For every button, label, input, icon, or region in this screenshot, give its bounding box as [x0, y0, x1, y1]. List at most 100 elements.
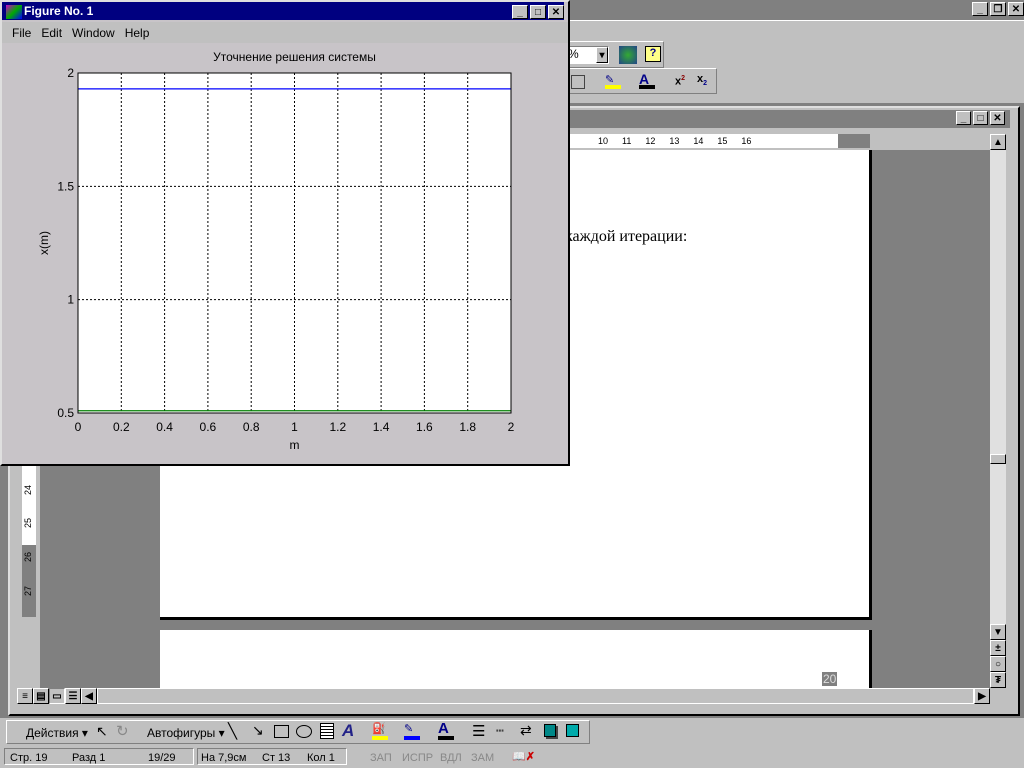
- ruler-mark: 16: [741, 136, 752, 146]
- prev-page-button[interactable]: ±: [990, 640, 1006, 656]
- ruler-mark: 26: [23, 551, 34, 563]
- x-tick-label: 1.2: [329, 420, 346, 434]
- line-icon[interactable]: ╲: [228, 722, 237, 740]
- text-box-icon[interactable]: [320, 723, 334, 739]
- scroll-down-button[interactable]: ▼: [990, 624, 1006, 640]
- shadow-icon[interactable]: [544, 724, 556, 737]
- status-extend[interactable]: ВДЛ: [440, 752, 462, 764]
- doc-maximize-button[interactable]: □: [973, 111, 988, 125]
- next-page[interactable]: 20: [160, 630, 872, 688]
- minimize-button[interactable]: _: [972, 2, 988, 16]
- status-bar: Стр. 19 Разд 1 19/29 На 7,9см Ст 13 Кол …: [0, 746, 1024, 768]
- x-tick-label: 0.4: [156, 420, 173, 434]
- x-tick-label: 1.4: [373, 420, 390, 434]
- outline-view-button[interactable]: ☰: [65, 688, 81, 704]
- superscript-icon[interactable]: x2: [675, 75, 685, 88]
- figure-window: Figure No. 1 _ □ ✕ File Edit Window Help…: [0, 0, 570, 466]
- x-tick-label: 0.6: [200, 420, 217, 434]
- standard-toolbar: % ▾ ?: [560, 41, 664, 68]
- document-text: каждой итерации:: [565, 228, 688, 245]
- formatting-toolbar: ✎ A x2 x2: [560, 68, 717, 94]
- y-tick-label: 0.5: [57, 406, 74, 420]
- web-view-button[interactable]: ▤: [33, 688, 49, 704]
- doc-minimize-button[interactable]: _: [956, 111, 971, 125]
- wordart-icon[interactable]: A: [342, 721, 354, 741]
- select-objects-icon[interactable]: ↖: [96, 723, 108, 740]
- y-tick-label: 1.5: [57, 179, 74, 193]
- status-section: Разд 1: [72, 752, 106, 764]
- word-window-controls: _ ❐ ✕: [972, 2, 1024, 16]
- vertical-scrollbar[interactable]: ▲ ▼ ± ○ ₮: [990, 134, 1006, 688]
- status-rec[interactable]: ЗАП: [370, 752, 392, 764]
- right-margin-ruler: [838, 134, 870, 148]
- borders-icon[interactable]: [571, 75, 585, 89]
- status-column: Кол 1: [307, 752, 335, 764]
- plot: 0 0.2 0.4 0.6 0.8 1 1.2 1.4 1.6 1.8 2 0.5 1 1.5 2 Уточн…: [37, 50, 515, 452]
- x-tick-label: 0.2: [113, 420, 130, 434]
- x-tick-label: 1: [291, 420, 298, 434]
- dash-style-icon[interactable]: ┅: [496, 723, 504, 739]
- next-page-button[interactable]: ₮: [990, 672, 1006, 688]
- y-tick-label: 1: [67, 293, 74, 307]
- ruler-mark: 15: [717, 136, 728, 146]
- status-pages: 19/29: [148, 752, 176, 764]
- actions-menu[interactable]: Действия ▾: [26, 726, 88, 740]
- status-overtype[interactable]: ЗАМ: [471, 752, 494, 764]
- status-position: На 7,9см: [201, 752, 247, 764]
- drawing-toolbar: Действия ▾ ↖ ↻ Автофигуры ▾ ╲ ↘ A ⛽ ✎ A …: [0, 718, 1024, 746]
- arrow-icon[interactable]: ↘: [252, 722, 264, 739]
- line-style-icon[interactable]: ☰: [472, 722, 485, 740]
- spelling-status-icon[interactable]: 📖✗: [512, 750, 535, 763]
- horizontal-ruler[interactable]: 10 11 12 13 14 15 16: [560, 134, 870, 148]
- oval-icon[interactable]: [296, 725, 312, 738]
- close-button[interactable]: ✕: [1008, 2, 1024, 16]
- x-tick-label: 1.6: [416, 420, 433, 434]
- actions-label: Действия: [26, 726, 79, 740]
- scroll-thumb[interactable]: [990, 454, 1006, 464]
- ruler-mark: 13: [669, 136, 680, 146]
- subscript-icon[interactable]: x2: [697, 73, 707, 87]
- font-color-icon[interactable]: A: [639, 71, 655, 89]
- highlight-icon[interactable]: ✎: [605, 73, 621, 89]
- line-color-icon[interactable]: ✎: [404, 722, 420, 740]
- x-axis-label: m: [290, 438, 300, 452]
- help-icon[interactable]: ?: [645, 46, 661, 62]
- ruler-mark: 10: [598, 136, 609, 146]
- autoshapes-menu[interactable]: Автофигуры ▾: [147, 726, 225, 740]
- ruler-mark: 12: [645, 136, 656, 146]
- scroll-up-button[interactable]: ▲: [990, 134, 1006, 150]
- web-toolbar-icon[interactable]: [619, 46, 637, 64]
- ruler-mark: 14: [693, 136, 704, 146]
- select-browse-object-button[interactable]: ○: [990, 656, 1006, 672]
- status-line: Ст 13: [262, 752, 291, 764]
- scroll-right-button[interactable]: ▶: [974, 688, 990, 704]
- x-tick-label: 0: [75, 420, 82, 434]
- scroll-left-button[interactable]: ◀: [81, 688, 97, 704]
- x-tick-label: 0.8: [243, 420, 260, 434]
- restore-button[interactable]: ❐: [990, 2, 1006, 16]
- x-tick-label: 1.8: [459, 420, 476, 434]
- chart-title: Уточнение решения системы: [213, 50, 376, 64]
- autoshapes-label: Автофигуры: [147, 726, 216, 740]
- horizontal-scrollbar[interactable]: ≡ ▤ ▭ ☰ ◀ ▶: [17, 688, 990, 704]
- status-page: Стр. 19: [10, 752, 48, 764]
- doc-window-controls: _ □ ✕: [956, 111, 1005, 125]
- y-tick-label: 2: [67, 66, 74, 80]
- rectangle-icon[interactable]: [274, 725, 289, 738]
- fill-color-icon[interactable]: ⛽: [372, 722, 388, 740]
- ruler-mark: 24: [23, 484, 34, 496]
- y-axis-label: x(m): [37, 231, 51, 255]
- font-color-draw-icon[interactable]: A: [438, 720, 454, 740]
- page-number: 20: [822, 672, 838, 686]
- page-layout-view-button[interactable]: ▭: [49, 688, 65, 704]
- ruler-mark: 11: [622, 136, 632, 146]
- 3d-icon[interactable]: [566, 724, 579, 737]
- normal-view-button[interactable]: ≡: [17, 688, 33, 704]
- arrow-style-icon[interactable]: ⇄: [520, 722, 532, 739]
- ruler-mark: 25: [23, 517, 34, 529]
- free-rotate-icon[interactable]: ↻: [116, 722, 129, 740]
- status-track[interactable]: ИСПР: [402, 752, 433, 764]
- chevron-down-icon[interactable]: ▾: [596, 47, 608, 63]
- ruler-mark: 27: [23, 585, 34, 597]
- doc-close-button[interactable]: ✕: [990, 111, 1005, 125]
